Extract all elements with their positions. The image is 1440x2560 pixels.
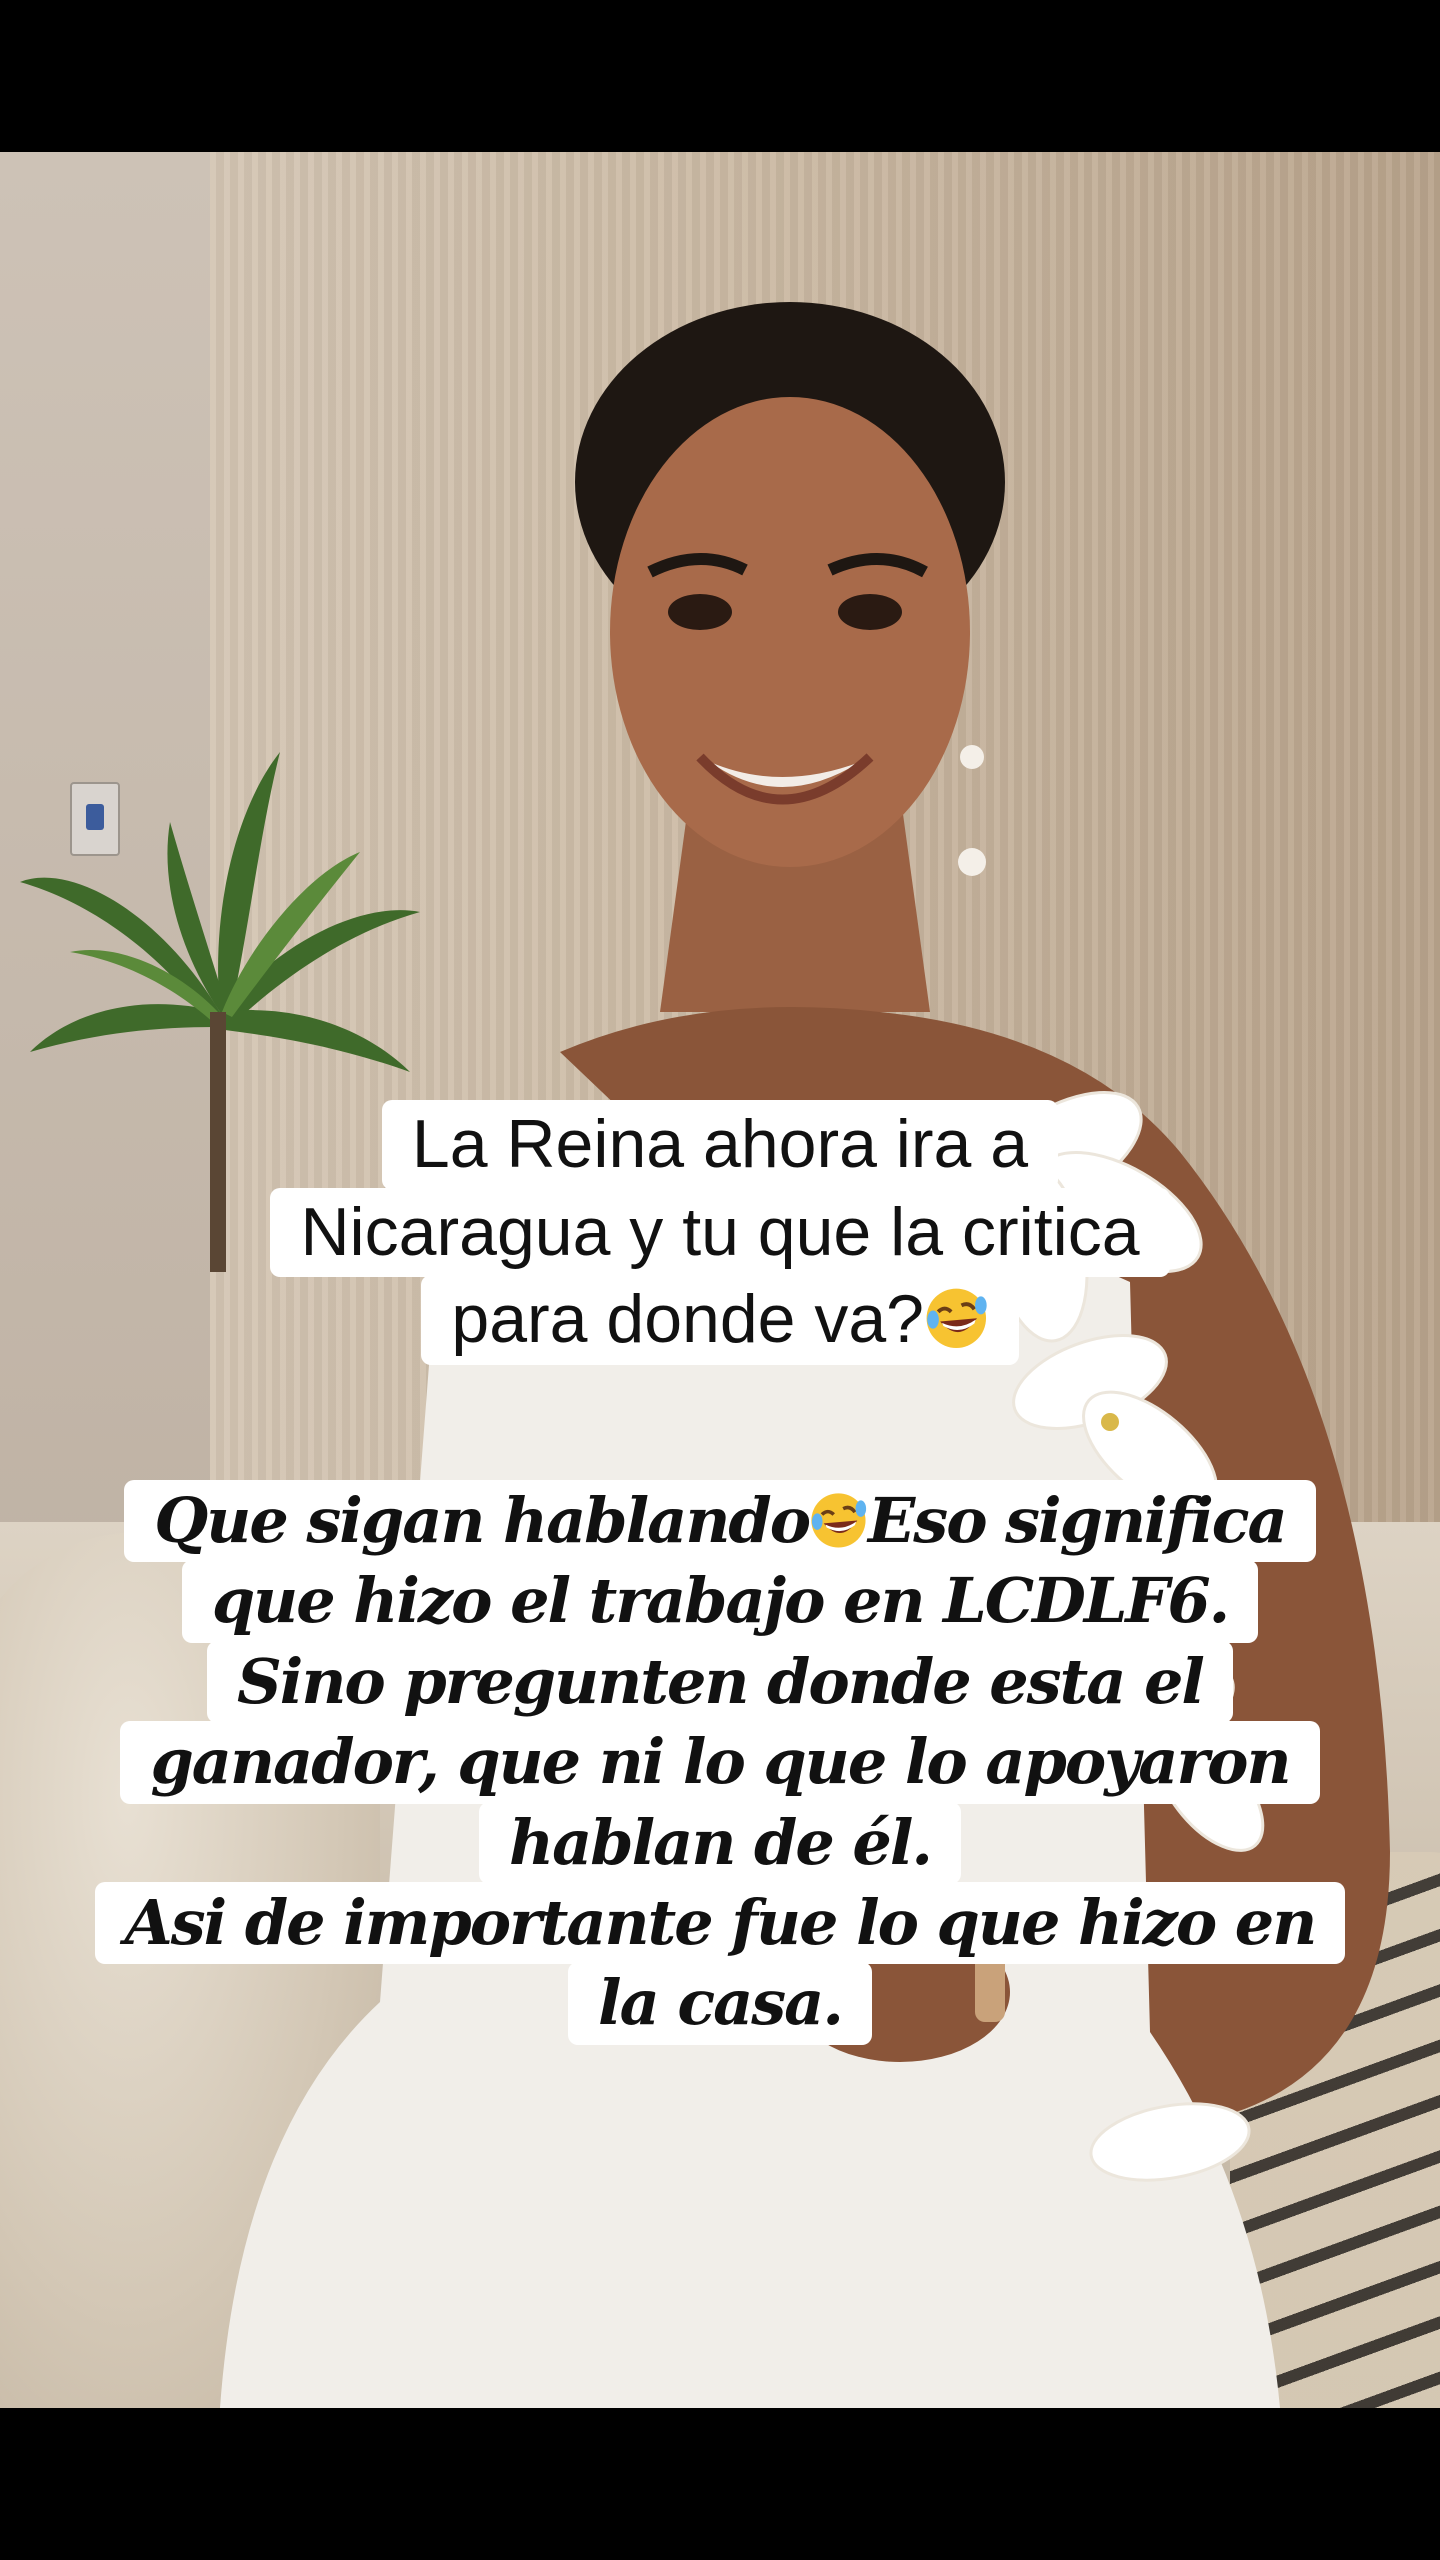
caption-top-line-1: La Reina ahora ira a	[381, 1100, 1059, 1190]
caption-top-line-3: para donde va?	[421, 1275, 1019, 1365]
caption-main-line-2: que hizo el trabajo en LCDLF6.	[181, 1560, 1259, 1643]
caption-main: Que sigan hablando Eso significa que hizo…	[0, 1480, 1440, 2045]
letterbox-top	[0, 0, 1440, 152]
caption-main-line-1b: Eso significa	[868, 1484, 1288, 1557]
caption-main-line-6: Asi de importante fue lo que hizo en	[94, 1881, 1346, 1965]
caption-top-line-3-text: para donde va?	[451, 1281, 925, 1358]
video-frame[interactable]: La Reina ahora ira a Nicaragua y tu que …	[0, 152, 1440, 2408]
caption-main-line-1: Que sigan hablando Eso significa	[124, 1480, 1316, 1563]
caption-main-line-1a: Que sigan hablando	[154, 1484, 811, 1557]
caption-main-line-3: Sino pregunten donde esta el	[207, 1640, 1233, 1724]
rolling-laughing-emoji-icon	[811, 1492, 867, 1548]
rolling-laughing-emoji-icon	[926, 1288, 987, 1348]
caption-top-line-2: Nicaragua y tu que la critica	[270, 1187, 1170, 1278]
caption-main-line-7: la casa.	[568, 1962, 872, 2045]
letterbox-bottom	[0, 2408, 1440, 2560]
caption-main-line-5: hablan de él.	[479, 1801, 961, 1884]
caption-top: La Reina ahora ira a Nicaragua y tu que …	[0, 1100, 1440, 1365]
caption-main-line-4: ganador, que ni lo que lo apoyaron	[120, 1721, 1320, 1804]
